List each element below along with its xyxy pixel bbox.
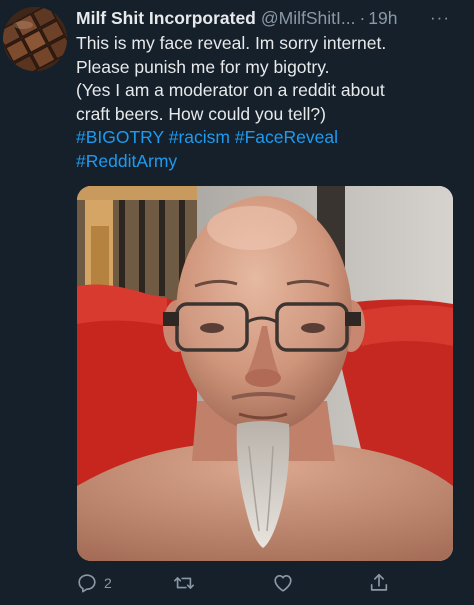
hashtag-link[interactable]: #FaceReveal bbox=[235, 127, 338, 147]
hashtag-link[interactable]: #RedditArmy bbox=[76, 151, 177, 171]
share-icon bbox=[370, 573, 388, 591]
separator-dot: · bbox=[359, 7, 366, 28]
avatar[interactable] bbox=[3, 7, 67, 71]
tweet-photo[interactable] bbox=[77, 186, 453, 561]
photo-image bbox=[77, 186, 453, 561]
like-button[interactable] bbox=[272, 570, 294, 596]
reply-icon bbox=[78, 574, 96, 593]
retweet-icon bbox=[174, 577, 194, 589]
user-handle[interactable]: @MilfShitI... bbox=[261, 8, 356, 29]
display-name[interactable]: Milf Shit Incorporated bbox=[76, 8, 256, 29]
more-icon[interactable]: ··· bbox=[430, 8, 450, 28]
tweet-text-line: Please punish me for my bigotry. bbox=[76, 56, 330, 77]
avatar-image bbox=[3, 7, 67, 71]
timestamp[interactable]: 19h bbox=[368, 8, 397, 29]
hashtag-link[interactable]: #racism bbox=[169, 127, 230, 147]
hashtag-link[interactable]: #BIGOTRY bbox=[76, 127, 164, 147]
tweet-text: This is my face reveal. Im sorry interne… bbox=[76, 32, 461, 174]
retweet-button[interactable] bbox=[172, 570, 196, 596]
tweet-text-line: This is my face reveal. Im sorry interne… bbox=[76, 33, 387, 53]
tweet-action-bar: 2 bbox=[76, 570, 456, 596]
tweet-header: Milf Shit Incorporated @MilfShitI... · 1… bbox=[76, 6, 466, 30]
tweet[interactable]: Milf Shit Incorporated @MilfShitI... · 1… bbox=[0, 0, 474, 605]
reply-button[interactable]: 2 bbox=[76, 570, 112, 596]
share-button[interactable] bbox=[368, 570, 390, 596]
hashtag-line: #RedditArmy bbox=[76, 150, 461, 174]
heart-icon bbox=[274, 575, 292, 592]
hashtag-line: #BIGOTRY #racism #FaceReveal bbox=[76, 126, 461, 150]
reply-count: 2 bbox=[104, 575, 112, 591]
tweet-text-line: (Yes I am a moderator on a reddit about bbox=[76, 80, 385, 101]
tweet-text-line: craft beers. How could you tell?) bbox=[76, 103, 326, 124]
